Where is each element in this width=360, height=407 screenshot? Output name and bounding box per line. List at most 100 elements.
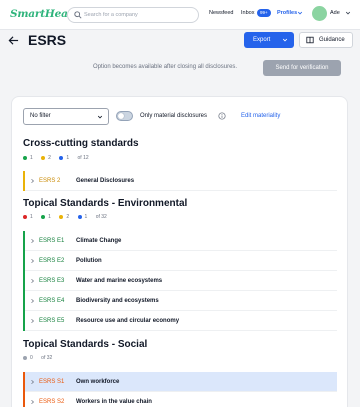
- legend-item: 1: [23, 214, 33, 220]
- filter-select-value: No filter: [30, 113, 51, 119]
- search-input[interactable]: [84, 9, 194, 21]
- status-bar: [23, 171, 25, 191]
- section-title-cross-cutting: Cross-cutting standards: [23, 138, 139, 149]
- legend-item: 1: [77, 214, 88, 220]
- standard-row-esrs-s2[interactable]: ESRS S2 Workers in the value chain: [23, 392, 337, 407]
- nav-newsfeed[interactable]: Newsfeed: [209, 10, 233, 16]
- status-bar: [23, 291, 25, 311]
- chevron-right-icon: [31, 238, 35, 244]
- status-bar: [23, 251, 25, 271]
- standard-row-esrs-2[interactable]: ESRS 2 General Disclosures: [23, 171, 337, 191]
- status-legend-social: 0 of 32: [23, 355, 59, 363]
- legend-count: 1: [66, 155, 70, 161]
- status-bar: [23, 231, 25, 251]
- standard-row-esrs-e2[interactable]: ESRS E2 Pollution: [23, 251, 337, 271]
- status-dot-icon: [23, 355, 27, 360]
- app-logo[interactable]: SmartHead: [10, 8, 75, 20]
- standard-row-esrs-e1[interactable]: ESRS E1 Climate Change: [23, 231, 337, 251]
- legend-count: 2: [66, 214, 70, 220]
- back-arrow-icon[interactable]: [8, 35, 19, 46]
- standard-name: Pollution: [76, 258, 102, 264]
- chevron-down-icon: [282, 38, 288, 42]
- standard-code: ESRS E1: [39, 238, 65, 244]
- standard-name: Biodiversity and ecosystems: [76, 298, 159, 304]
- chevron-down-icon[interactable]: [297, 10, 303, 16]
- legend-item: 2: [59, 214, 69, 220]
- legend-count: 1: [30, 214, 33, 220]
- export-button-label: Export: [253, 37, 271, 43]
- status-dot-icon: [41, 155, 46, 160]
- company-search[interactable]: [67, 7, 199, 23]
- legend-count: 1: [48, 214, 51, 220]
- standard-name: Own workforce: [76, 379, 120, 385]
- edit-materiality-link[interactable]: Edit materiality: [241, 113, 280, 119]
- legend-item: 0: [23, 355, 33, 361]
- toggle-knob: [118, 113, 124, 119]
- standard-row-esrs-e4[interactable]: ESRS E4 Biodiversity and ecosystems: [23, 291, 337, 311]
- chevron-right-icon: [31, 298, 35, 304]
- status-dot-icon: [77, 214, 82, 219]
- export-button[interactable]: Export: [244, 32, 294, 48]
- standard-name: Resource use and circular economy: [76, 318, 180, 324]
- standard-row-esrs-e5[interactable]: ESRS E5 Resource use and circular econom…: [23, 311, 337, 331]
- section-title-social: Topical Standards - Social: [23, 339, 148, 350]
- status-dot-icon: [59, 155, 64, 160]
- standard-code: ESRS E5: [39, 318, 65, 324]
- nav-profiles[interactable]: Profiles: [277, 10, 297, 16]
- guidance-button[interactable]: Guidance: [299, 32, 353, 48]
- material-only-label: Only material disclosures: [140, 113, 208, 119]
- legend-item: 2: [41, 155, 51, 161]
- page-title: ESRS: [28, 32, 67, 48]
- standard-code: ESRS S1: [39, 379, 65, 385]
- standard-code: ESRS E2: [39, 258, 65, 264]
- standards-card: No filter Only material disclosures Edit…: [11, 96, 348, 407]
- material-only-toggle[interactable]: [116, 111, 133, 121]
- legend-item: 1: [23, 155, 33, 161]
- section-title-environmental: Topical Standards - Environmental: [23, 198, 188, 209]
- user-avatar[interactable]: [312, 6, 327, 21]
- status-bar: [23, 271, 25, 291]
- inbox-count-badge: 99+: [257, 9, 271, 17]
- legend-total: of 32: [41, 355, 53, 361]
- chevron-down-icon[interactable]: [345, 10, 351, 16]
- legend-count: 0: [30, 355, 33, 361]
- book-icon: [306, 36, 314, 44]
- chevron-right-icon: [31, 278, 35, 284]
- status-dot-icon: [23, 214, 27, 219]
- standard-name: General Disclosures: [76, 178, 135, 184]
- status-bar: [23, 311, 25, 331]
- search-icon: [74, 11, 82, 19]
- legend-total: of 32: [95, 214, 107, 220]
- status-bar: [23, 392, 25, 407]
- standard-name: Climate Change: [76, 238, 122, 244]
- chevron-right-icon: [31, 258, 35, 264]
- chevron-right-icon: [31, 399, 35, 405]
- status-dot-icon: [59, 214, 64, 219]
- info-icon[interactable]: [218, 112, 226, 120]
- status-bar: [23, 372, 25, 392]
- chevron-right-icon: [31, 318, 35, 324]
- user-name[interactable]: Ade: [330, 10, 340, 16]
- standard-row-esrs-s1[interactable]: ESRS S1 Own workforce: [23, 372, 337, 392]
- standard-name: Water and marine ecosystems: [76, 278, 163, 284]
- top-navigation: SmartHead Newsfeed Inbox 99+ Profiles Ad…: [0, 0, 360, 30]
- legend-item: 1: [59, 155, 69, 161]
- standard-code: ESRS E3: [39, 278, 65, 284]
- nav-inbox[interactable]: Inbox: [241, 10, 254, 16]
- chevron-right-icon: [31, 178, 35, 184]
- standard-code: ESRS 2: [39, 178, 61, 184]
- chevron-down-icon: [97, 115, 103, 119]
- legend-item: 1: [41, 214, 51, 220]
- status-dot-icon: [41, 214, 46, 219]
- guidance-button-label: Guidance: [319, 37, 345, 43]
- status-dot-icon: [23, 155, 27, 160]
- send-for-verification-button[interactable]: Send for verification: [263, 60, 341, 76]
- standard-code: ESRS S2: [39, 399, 65, 405]
- verification-hint: Option becomes available after closing a…: [93, 64, 238, 70]
- legend-total: of 12: [77, 155, 89, 161]
- filter-select[interactable]: No filter: [23, 108, 109, 125]
- legend-count: 2: [48, 155, 51, 161]
- status-legend-environmental: 1 1 2 1 of 32: [23, 214, 114, 222]
- legend-count: 1: [84, 214, 88, 220]
- standard-row-esrs-e3[interactable]: ESRS E3 Water and marine ecosystems: [23, 271, 337, 291]
